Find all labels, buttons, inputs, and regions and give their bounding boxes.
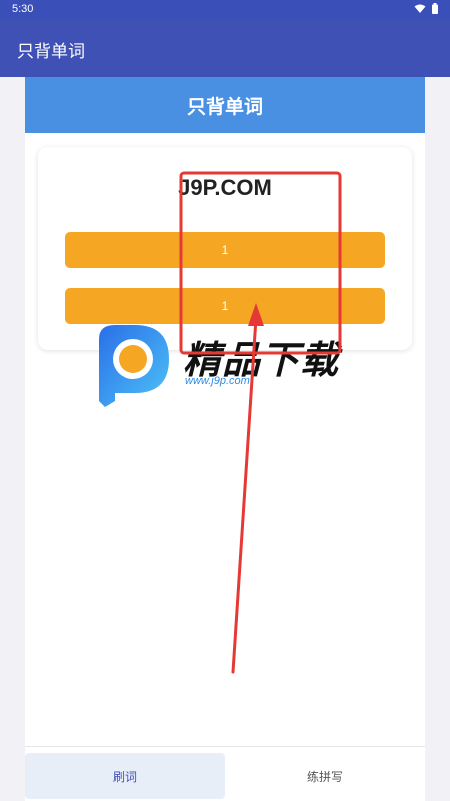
main-content: 只背单词 J9P.COM 1 1 (25, 77, 425, 800)
nav-item-label: 刷词 (112, 769, 137, 784)
app-bar-title: 只背单词 (17, 42, 85, 62)
word-card: J9P.COM 1 1 (38, 147, 412, 350)
nav-item-label: 练拼写 (306, 769, 343, 784)
status-time: 5:30 (12, 3, 34, 15)
option-button-2[interactable]: 1 (65, 288, 385, 324)
wifi-icon (414, 4, 426, 13)
option-button-1[interactable]: 1 (65, 232, 385, 268)
logo-p-icon (99, 325, 169, 407)
nav-item-review[interactable]: 刷词 (25, 753, 225, 799)
word-text: J9P.COM (178, 175, 272, 200)
status-bar: 5:30 (0, 0, 450, 20)
watermark-logo: 精品下载 www.j9p.com (95, 323, 355, 413)
nav-item-spelling[interactable]: 练拼写 (225, 753, 425, 799)
battery-icon (432, 3, 438, 14)
watermark-url: www.j9p.com (185, 375, 250, 387)
page-title: 只背单词 (186, 95, 263, 118)
app-bar: 只背单词 (0, 20, 450, 77)
status-icons (414, 3, 438, 14)
bottom-nav: 刷词 练拼写 (25, 746, 425, 801)
page-header: 只背单词 (25, 77, 425, 133)
